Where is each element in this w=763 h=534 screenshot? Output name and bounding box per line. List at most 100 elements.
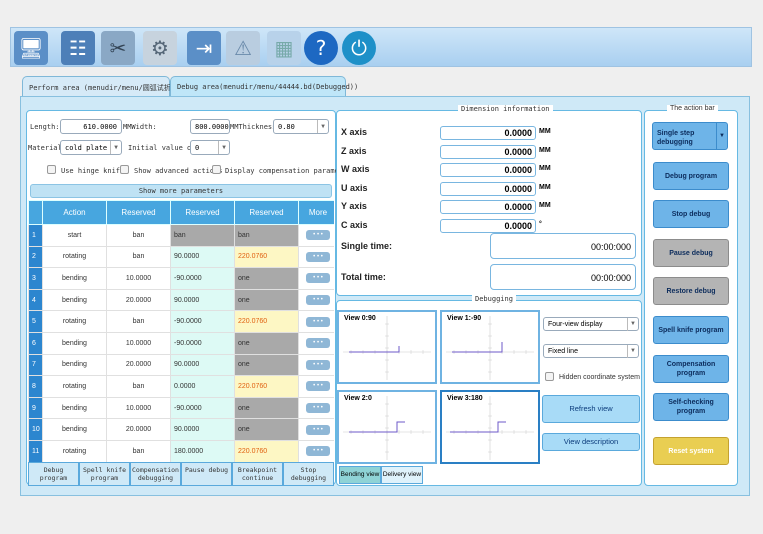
tab-delivery-view[interactable]: Delivery view bbox=[381, 466, 423, 484]
more-button[interactable]: • • • bbox=[306, 295, 330, 306]
breakpoint-continue-button[interactable]: Breakpoint continue bbox=[232, 462, 283, 486]
table-cell: -90.0000 bbox=[170, 267, 235, 290]
table-cell: 0.0000 bbox=[170, 375, 235, 398]
thickness-select[interactable]: 0.80 ▼ bbox=[273, 119, 329, 134]
table-row[interactable]: 1 start ban ban ban • • • bbox=[28, 224, 334, 247]
more-button[interactable]: • • • bbox=[306, 446, 330, 457]
tools-icon[interactable]: ✂ bbox=[101, 31, 135, 65]
table-cell: 90.0000 bbox=[170, 288, 235, 312]
pause-debug-button[interactable]: Pause debug bbox=[181, 462, 232, 486]
axis-value: 0.0000 bbox=[440, 144, 536, 159]
table-row[interactable]: 7 bending 20.0000 90.0000 one • • • bbox=[28, 353, 334, 377]
display-mode-select[interactable]: Four-view display ▼ bbox=[543, 317, 639, 331]
apps-icon[interactable]: ▦ bbox=[267, 31, 301, 65]
gear-icon[interactable]: ⚙ bbox=[143, 31, 177, 65]
hinge-knife-checkbox[interactable] bbox=[47, 165, 56, 174]
more-button[interactable]: • • • bbox=[306, 316, 330, 327]
compensation-params-checkbox[interactable] bbox=[212, 165, 221, 174]
table-row[interactable]: 2 rotating ban 90.0000 220.0760 • • • bbox=[28, 245, 334, 269]
spell-knife-action-button[interactable]: Spell knife program bbox=[653, 316, 729, 344]
table-row[interactable]: 6 bending 10.0000 -90.0000 one • • • bbox=[28, 331, 334, 355]
single-step-debugging-select[interactable]: Single step debugging ▼ bbox=[652, 122, 728, 150]
length-field[interactable]: 610.0000 bbox=[60, 119, 122, 134]
more-button[interactable]: • • • bbox=[306, 273, 330, 284]
table-cell: 20.0000 bbox=[106, 288, 171, 312]
view-pane[interactable]: View 3:180 bbox=[440, 390, 540, 464]
table-row[interactable]: 3 bending 10.0000 -90.0000 one • • • bbox=[28, 267, 334, 290]
view-pane[interactable]: View 1:-90 bbox=[440, 310, 540, 384]
more-button[interactable]: • • • bbox=[306, 381, 330, 392]
more-cell: • • • bbox=[298, 267, 334, 290]
tab-perform-area[interactable]: Perform area (menudir/menu/圆弧试折.bd) bbox=[22, 76, 188, 98]
single-time-value: 00:00:000 bbox=[490, 233, 636, 259]
spell-knife-program-button[interactable]: Spell knife program bbox=[79, 462, 130, 486]
table-row[interactable]: 10 bending 20.0000 90.0000 one • • • bbox=[28, 418, 334, 441]
advanced-actions-checkbox[interactable] bbox=[120, 165, 129, 174]
table-row[interactable]: 5 rotating ban -90.0000 220.0760 • • • bbox=[28, 310, 334, 333]
tab-bending-view[interactable]: Bending view bbox=[339, 466, 381, 484]
settings-sliders-icon[interactable]: ☷ bbox=[61, 31, 95, 65]
view-canvas bbox=[343, 316, 431, 380]
refresh-view-button[interactable]: Refresh view bbox=[542, 395, 640, 423]
more-button[interactable]: • • • bbox=[306, 359, 330, 370]
view-pane[interactable]: View 2:0 bbox=[337, 390, 437, 464]
width-field[interactable]: 800.0000 bbox=[190, 119, 230, 134]
axis-label: C axis bbox=[341, 220, 368, 230]
row-number: 5 bbox=[28, 310, 43, 333]
computer-icon[interactable]: 🖥 bbox=[14, 31, 48, 65]
view-description-button[interactable]: View description bbox=[542, 433, 640, 451]
table-cell: bending bbox=[42, 288, 107, 312]
view-canvas bbox=[343, 396, 431, 460]
more-button[interactable]: • • • bbox=[306, 424, 330, 435]
initial-value-select[interactable]: 0 ▼ bbox=[190, 140, 230, 155]
view-pane[interactable]: View 0:90 bbox=[337, 310, 437, 384]
row-number: 2 bbox=[28, 245, 43, 269]
initial-value: 0 bbox=[195, 144, 200, 152]
hidden-coordinate-label: Hidden coordinate system bbox=[559, 374, 640, 381]
chevron-down-icon: ▼ bbox=[716, 123, 727, 149]
self-checking-program-button[interactable]: Self-checking program bbox=[653, 393, 729, 421]
more-cell: • • • bbox=[298, 375, 334, 398]
more-button[interactable]: • • • bbox=[306, 230, 330, 241]
import-icon[interactable]: ⇥ bbox=[187, 31, 221, 65]
warning-icon[interactable]: ⚠ bbox=[226, 31, 260, 65]
more-cell: • • • bbox=[298, 418, 334, 441]
table-row[interactable]: 11 rotating ban 180.0000 220.0760 • • • bbox=[28, 439, 334, 462]
stop-debug-button[interactable]: Stop debug bbox=[653, 200, 729, 228]
table-row[interactable]: 4 bending 20.0000 90.0000 one • • • bbox=[28, 288, 334, 312]
length-label: Length: bbox=[30, 123, 60, 131]
more-button[interactable]: • • • bbox=[306, 338, 330, 349]
row-number: 7 bbox=[28, 353, 43, 377]
debug-program-button[interactable]: Debug program bbox=[28, 462, 79, 486]
row-number: 9 bbox=[28, 396, 43, 420]
table-row[interactable]: 8 rotating ban 0.0000 220.0760 • • • bbox=[28, 375, 334, 398]
tab-debug-area[interactable]: Debug area(menudir/menu/44444.bd(Debugge… bbox=[170, 76, 358, 98]
debug-program-action-button[interactable]: Debug program bbox=[653, 162, 729, 190]
axis-value: 0.0000 bbox=[440, 219, 536, 233]
chevron-down-icon: ▼ bbox=[317, 120, 328, 133]
single-time-label: Single time: bbox=[341, 241, 393, 251]
restore-debug-button[interactable]: Restore debug bbox=[653, 277, 729, 305]
help-icon[interactable]: ? bbox=[304, 31, 338, 65]
power-icon[interactable]: ⏻ bbox=[342, 31, 376, 65]
compensation-debugging-button[interactable]: Compensation debugging bbox=[130, 462, 181, 486]
more-button[interactable]: • • • bbox=[306, 251, 330, 262]
show-more-parameters-button[interactable]: Show more parameters bbox=[30, 184, 332, 198]
more-cell: • • • bbox=[298, 288, 334, 312]
material-select[interactable]: cold plate ▼ bbox=[60, 140, 122, 155]
action-table: Action Reserved Reserved Reserved More 1… bbox=[28, 200, 334, 462]
pause-debug-action-button[interactable]: Pause debug bbox=[653, 239, 729, 267]
chevron-down-icon: ▼ bbox=[218, 141, 229, 154]
line-mode-select[interactable]: Fixed line ▼ bbox=[543, 344, 639, 358]
reset-system-button[interactable]: Reset system bbox=[653, 437, 729, 465]
table-row[interactable]: 9 bending 10.0000 -90.0000 one • • • bbox=[28, 396, 334, 420]
reserved-header: Reserved bbox=[234, 200, 299, 225]
more-button[interactable]: • • • bbox=[306, 403, 330, 414]
reserved-header: Reserved bbox=[106, 200, 171, 225]
width-label: MMWidth: bbox=[123, 123, 157, 131]
compensation-program-button[interactable]: Compensation program bbox=[653, 355, 729, 383]
axis-label: U axis bbox=[341, 182, 368, 193]
row-number-header bbox=[28, 200, 43, 225]
hidden-coordinate-checkbox[interactable] bbox=[545, 372, 554, 381]
stop-debugging-button[interactable]: Stop debugging bbox=[283, 462, 334, 486]
